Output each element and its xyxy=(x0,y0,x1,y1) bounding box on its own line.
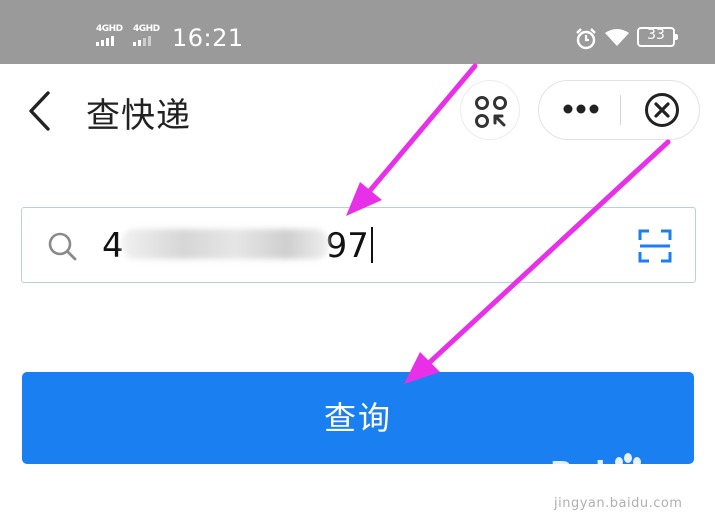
battery-icon: 33 xyxy=(637,27,678,47)
tracking-number-input[interactable]: 4 97 xyxy=(102,224,552,268)
battery-level: 33 xyxy=(647,27,665,43)
status-bar: 4GHD 4GHD 16:21 33 xyxy=(0,0,715,64)
page-title: 查快递 xyxy=(86,96,191,136)
baidu-jingyan-watermark: Bai 经验 jingyan.baidu.com xyxy=(550,450,710,522)
redacted-digits xyxy=(121,229,328,259)
status-time: 16:21 xyxy=(172,24,244,52)
network-label-1: 4GHD xyxy=(96,24,123,34)
scan-code-icon xyxy=(475,96,507,128)
watermark-name: 经验 xyxy=(646,466,699,496)
nav-bar: 查快递 xyxy=(0,64,715,160)
signal-bars-icon xyxy=(96,36,114,46)
network-label-2: 4GHD xyxy=(133,24,160,34)
text-cursor xyxy=(370,227,373,263)
more-icon xyxy=(563,104,599,114)
watermark-url: jingyan.baidu.com xyxy=(554,496,683,511)
close-icon xyxy=(645,93,679,127)
capsule-divider xyxy=(620,95,621,125)
watermark-logo: Bai xyxy=(550,456,607,491)
tracking-number-field[interactable]: 4 97 xyxy=(21,207,696,283)
more-button[interactable] xyxy=(539,81,619,139)
scan-code-button[interactable] xyxy=(460,80,520,140)
close-button[interactable] xyxy=(623,81,699,139)
scan-icon[interactable] xyxy=(638,229,672,263)
wifi-icon xyxy=(605,29,629,46)
back-icon[interactable] xyxy=(26,90,52,132)
tracking-number-start: 4 xyxy=(102,226,124,266)
search-icon xyxy=(48,232,77,261)
mini-program-capsule xyxy=(538,80,700,140)
signal-bars-icon xyxy=(133,36,151,46)
paw-icon xyxy=(615,453,641,484)
tracking-number-end: 97 xyxy=(325,226,369,266)
alarm-icon xyxy=(576,28,596,50)
